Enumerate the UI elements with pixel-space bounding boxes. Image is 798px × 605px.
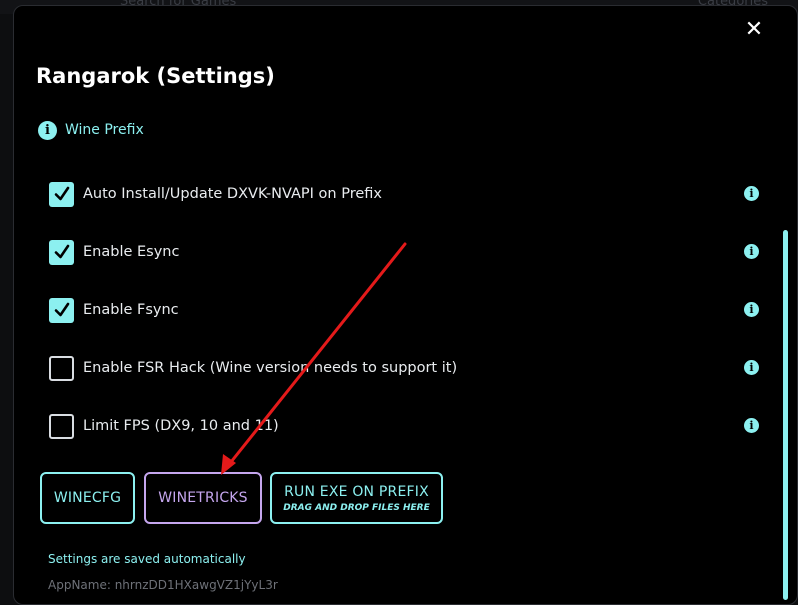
check-icon (54, 302, 69, 317)
settings-dialog: ✕ Rangarok (Settings) i Wine Prefix Auto… (13, 5, 798, 605)
setting-row-dxvk-nvapi: Auto Install/Update DXVK-NVAPI on Prefix… (49, 181, 759, 207)
winetricks-label: WINETRICKS (158, 490, 248, 506)
setting-row-fsr-hack: Enable FSR Hack (Wine version needs to s… (49, 355, 759, 381)
scrollbar-thumb[interactable] (783, 230, 788, 600)
winecfg-label: WINECFG (53, 490, 122, 506)
setting-row-fsync: Enable Fsync i (49, 297, 759, 323)
info-icon[interactable]: i (744, 360, 759, 375)
check-icon (54, 244, 69, 259)
run-exe-on-prefix-button[interactable]: RUN EXE ON PREFIX DRAG AND DROP FILES HE… (270, 472, 443, 524)
run-exe-label: RUN EXE ON PREFIX (284, 483, 429, 500)
esync-checkbox[interactable] (49, 239, 74, 265)
fsync-checkbox[interactable] (49, 297, 74, 323)
section-label: Wine Prefix (65, 122, 144, 138)
dxvk-nvapi-checkbox[interactable] (49, 181, 74, 207)
setting-label: Auto Install/Update DXVK-NVAPI on Prefix (83, 186, 382, 202)
setting-label: Limit FPS (DX9, 10 and 11) (83, 418, 279, 434)
dialog-title: Rangarok (Settings) (36, 64, 275, 88)
autosave-note: Settings are saved automatically (48, 552, 246, 566)
winetricks-button[interactable]: WINETRICKS (144, 472, 262, 524)
scrollbar[interactable] (783, 230, 788, 600)
info-icon[interactable]: i (744, 418, 759, 433)
winecfg-button[interactable]: WINECFG (40, 472, 135, 524)
info-icon[interactable]: i (744, 244, 759, 259)
run-exe-hint: DRAG AND DROP FILES HERE (283, 502, 430, 513)
setting-row-esync: Enable Esync i (49, 239, 759, 265)
info-icon[interactable]: i (744, 302, 759, 317)
close-icon[interactable]: ✕ (744, 19, 764, 41)
info-icon[interactable]: i (744, 186, 759, 201)
setting-label: Enable Esync (83, 244, 180, 260)
setting-row-limit-fps: Limit FPS (DX9, 10 and 11) i (49, 413, 759, 439)
setting-label: Enable Fsync (83, 302, 179, 318)
app-name: AppName: nhrnzDD1HXawgVZ1jYyL3r (48, 578, 278, 592)
info-icon: i (38, 120, 57, 140)
check-icon (54, 186, 69, 201)
section-header-wine-prefix: i Wine Prefix (38, 120, 144, 140)
setting-label: Enable FSR Hack (Wine version needs to s… (83, 360, 458, 376)
limit-fps-checkbox[interactable] (49, 413, 74, 439)
fsr-hack-checkbox[interactable] (49, 355, 74, 381)
